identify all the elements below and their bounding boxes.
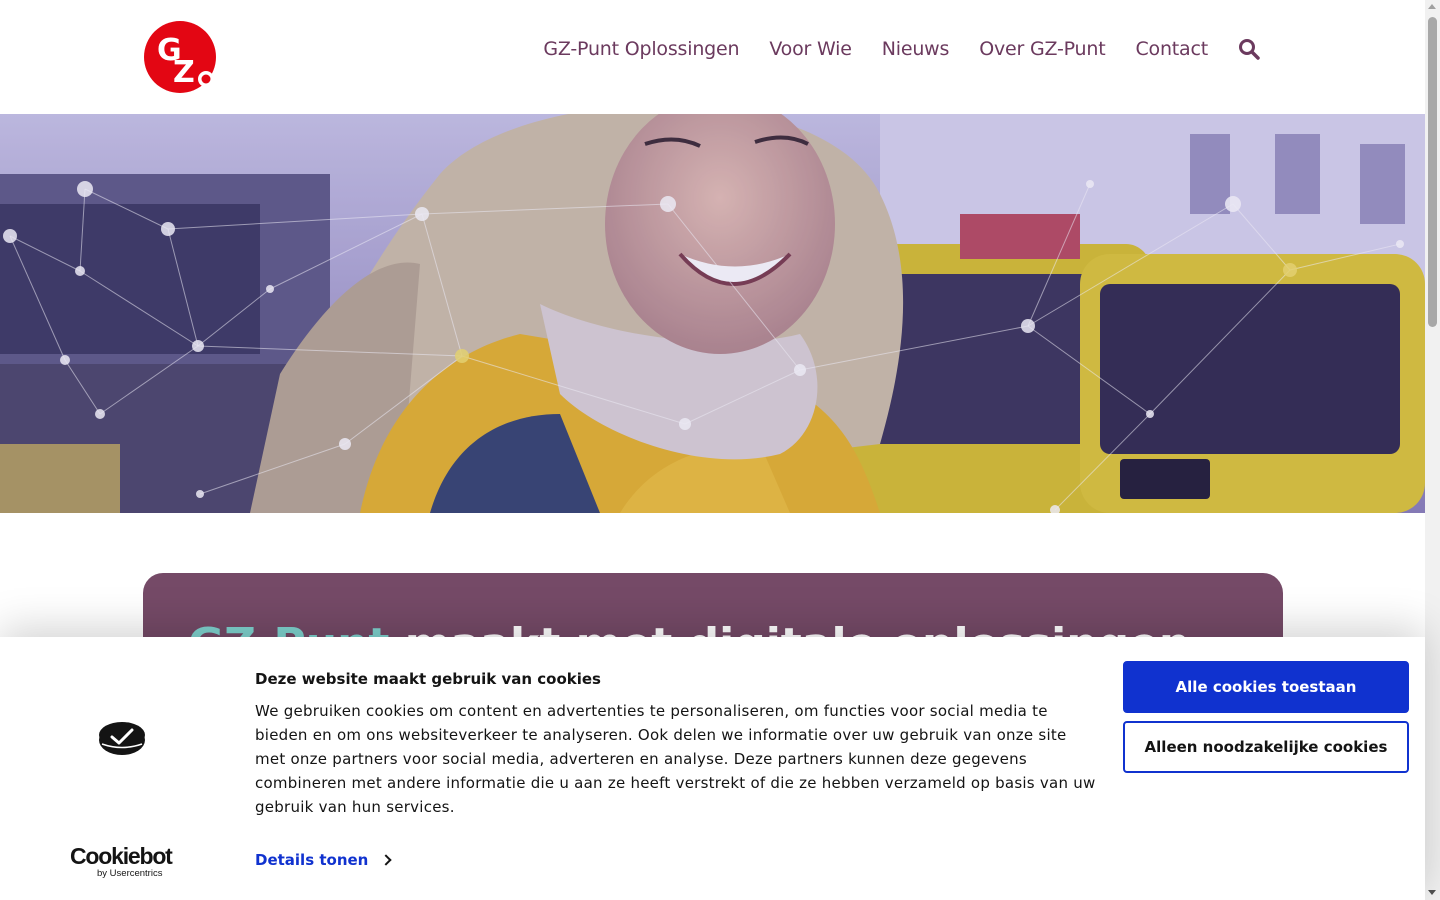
cookie-banner: Cookiebot by Usercentrics Deze website m… <box>0 637 1425 900</box>
details-toggle-link[interactable]: Details tonen <box>255 851 393 869</box>
logo-letter-z: Z <box>173 55 195 90</box>
details-link-label: Details tonen <box>255 851 369 869</box>
page-scrollbar[interactable] <box>1425 0 1440 900</box>
chevron-right-icon <box>380 854 393 866</box>
cookiebot-wordmark: Cookiebot by Usercentrics <box>70 844 180 879</box>
cookie-title: Deze website maakt gebruik van cookies <box>255 670 601 688</box>
main-nav: GZ-Punt Oplossingen Voor Wie Nieuws Over… <box>513 38 1260 60</box>
accept-all-cookies-button[interactable]: Alle cookies toestaan <box>1123 661 1409 713</box>
nav-item-over[interactable]: Over GZ-Punt <box>979 38 1105 60</box>
cookiebot-byline: by Usercentrics <box>97 868 163 879</box>
nav-item-nieuws[interactable]: Nieuws <box>882 38 950 60</box>
site-logo[interactable]: G Z <box>143 20 217 94</box>
cookiebot-name: Cookiebot <box>70 843 173 869</box>
search-icon[interactable] <box>1238 38 1260 60</box>
nav-item-oplossingen[interactable]: GZ-Punt Oplossingen <box>543 38 739 60</box>
hero-photo <box>0 114 1425 513</box>
necessary-cookies-only-button[interactable]: Alleen noodzakelijke cookies <box>1123 721 1409 773</box>
scroll-up-arrow-icon[interactable] <box>1428 4 1436 9</box>
site-header: G Z GZ-Punt Oplossingen Voor Wie Nieuws … <box>0 0 1425 114</box>
nav-item-contact[interactable]: Contact <box>1135 38 1208 60</box>
gz-logo-icon: G Z <box>144 21 216 93</box>
hero-image <box>0 114 1425 513</box>
cookiebot-logo-icon <box>98 720 146 756</box>
scroll-thumb[interactable] <box>1428 17 1437 327</box>
scroll-down-arrow-icon[interactable] <box>1428 890 1436 895</box>
cookie-description: We gebruiken cookies om content en adver… <box>255 702 1096 816</box>
nav-item-voor-wie[interactable]: Voor Wie <box>769 38 852 60</box>
